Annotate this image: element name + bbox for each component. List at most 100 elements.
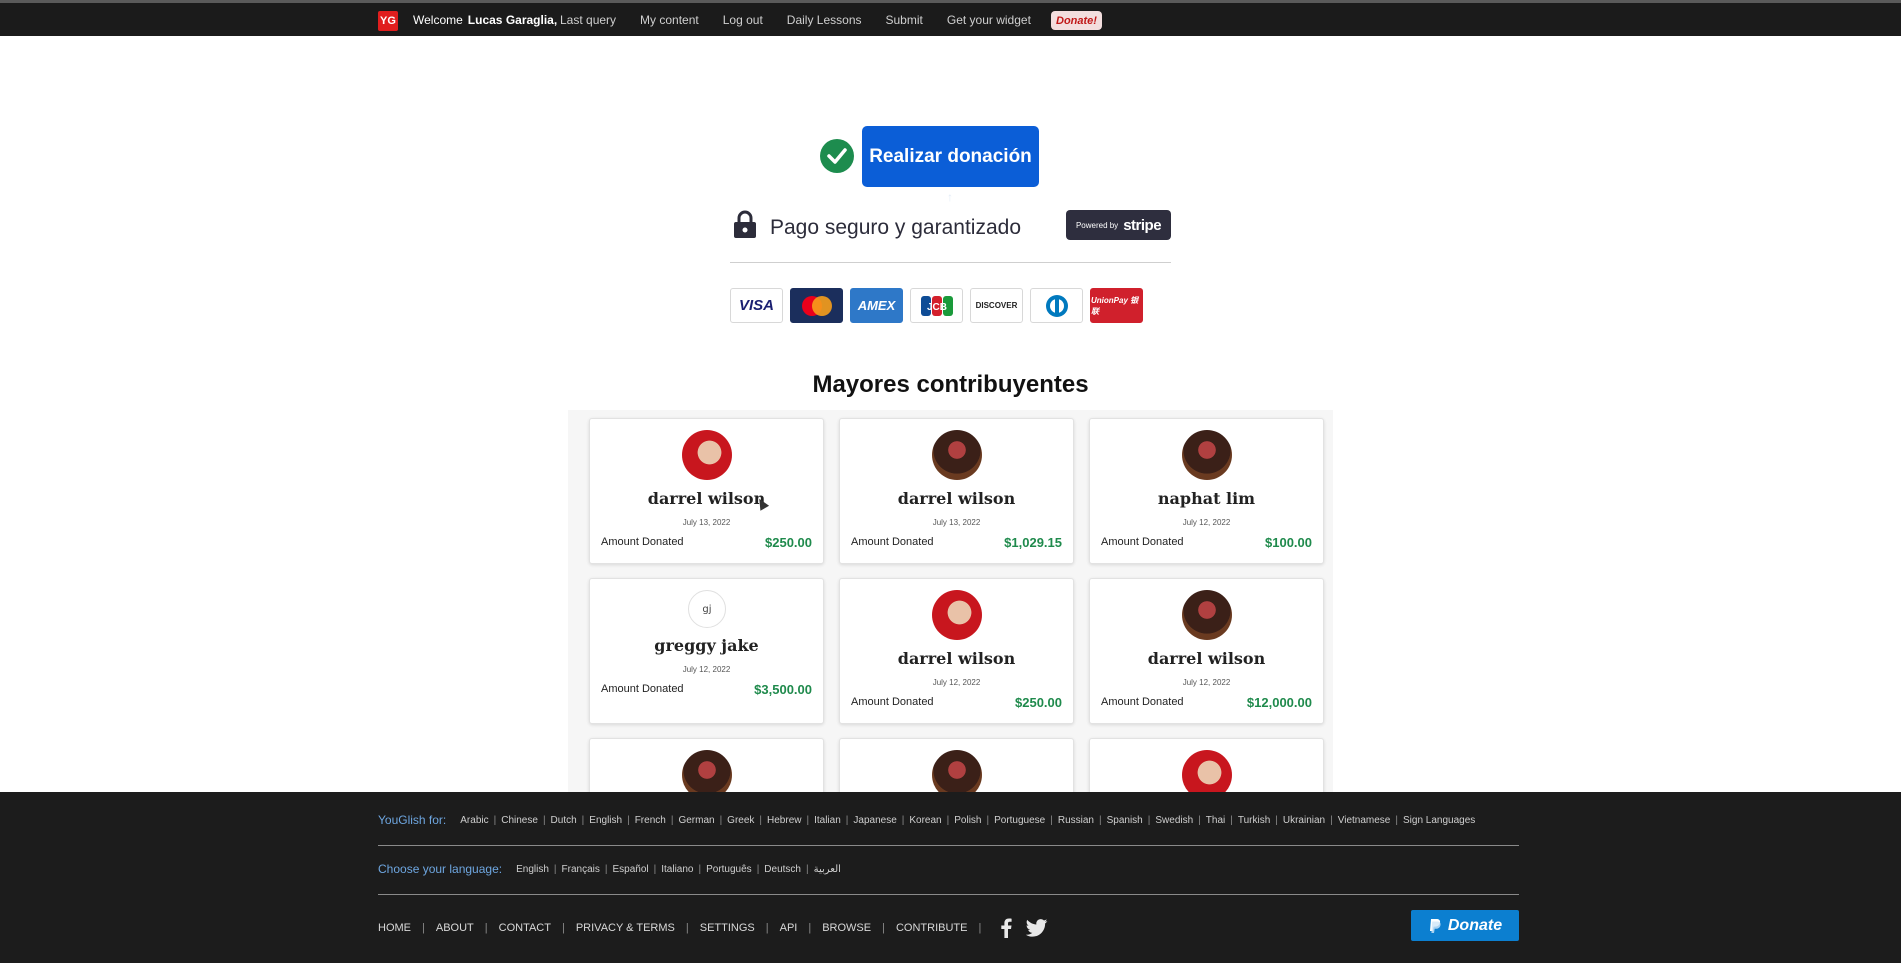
stripe-badge[interactable]: Powered by stripe	[1066, 210, 1171, 240]
lang-link-vietnamese[interactable]: Vietnamese	[1338, 815, 1391, 826]
lock-icon	[733, 209, 757, 239]
amount-value: $100.00	[1265, 535, 1312, 550]
footer-about-link[interactable]: ABOUT	[436, 922, 474, 934]
ui-lang-portuguese[interactable]: Português	[706, 864, 752, 875]
lang-link-french[interactable]: French	[635, 815, 666, 826]
avatar	[1182, 750, 1232, 792]
user-name: Lucas Garaglia,	[467, 13, 558, 27]
nav-get-widget[interactable]: Get your widget	[947, 13, 1031, 27]
diners-icon	[1030, 288, 1083, 323]
contribution-date: July 12, 2022	[682, 665, 731, 674]
lang-link-sign-languages[interactable]: Sign Languages	[1403, 815, 1475, 826]
choose-language-label: Choose your language:	[378, 862, 503, 876]
nav-submit[interactable]: Submit	[886, 13, 923, 27]
footer-home-link[interactable]: HOME	[378, 922, 411, 934]
amount-value: $1,029.15	[1004, 535, 1062, 550]
footer-settings-link[interactable]: SETTINGS	[700, 922, 755, 934]
lang-link-chinese[interactable]: Chinese	[501, 815, 538, 826]
top-nav-bar: YG Welcome Lucas Garaglia, Last query My …	[0, 3, 1901, 36]
mastercard-icon	[790, 288, 843, 323]
facebook-icon[interactable]	[1000, 918, 1012, 938]
lang-link-korean[interactable]: Korean	[909, 815, 941, 826]
welcome-label: Welcome	[413, 13, 463, 27]
contributor-card[interactable]: darrel wilson July 12, 2022 Amount Donat…	[1089, 578, 1324, 724]
footer-divider	[378, 845, 1519, 846]
lang-link-spanish[interactable]: Spanish	[1107, 815, 1143, 826]
ui-lang-english[interactable]: English	[516, 864, 549, 875]
footer-contact-link[interactable]: CONTACT	[499, 922, 551, 934]
lang-link-thai[interactable]: Thai	[1206, 815, 1225, 826]
contributor-name: darrel wilson	[897, 649, 1016, 668]
stripe-powered-by: Powered by	[1075, 220, 1119, 230]
social-links	[1000, 918, 1048, 938]
contributors-panel[interactable]: darrel wilson July 13, 2022 Amount Donat…	[568, 410, 1333, 792]
contributor-name: darrel wilson	[647, 489, 766, 508]
avatar	[1182, 430, 1232, 480]
avatar	[682, 750, 732, 792]
ui-language-row: Choose your language: English | Français |…	[378, 862, 841, 876]
footer-divider	[378, 894, 1519, 895]
lang-link-ukrainian[interactable]: Ukrainian	[1283, 815, 1325, 826]
amount-label: Amount Donated	[851, 536, 934, 548]
amount-value: $3,500.00	[754, 682, 812, 697]
amount-label: Amount Donated	[1101, 536, 1184, 548]
contributor-card[interactable]	[589, 738, 824, 792]
lang-link-dutch[interactable]: Dutch	[551, 815, 577, 826]
youglish-for-label: YouGlish for:	[378, 813, 447, 827]
footer-privacy-link[interactable]: PRIVACY & TERMS	[576, 922, 675, 934]
contributor-card[interactable]	[839, 738, 1074, 792]
contributor-card[interactable]: darrel wilson July 12, 2022 Amount Donat…	[839, 578, 1074, 724]
contributor-name: darrel wilson	[897, 489, 1016, 508]
amount-label: Amount Donated	[601, 536, 684, 548]
contributor-card[interactable]: darrel wilson July 13, 2022 Amount Donat…	[589, 418, 824, 564]
lang-link-turkish[interactable]: Turkish	[1238, 815, 1270, 826]
jcb-label: JCB	[926, 302, 946, 313]
welcome-text: Welcome Lucas Garaglia,	[413, 13, 557, 27]
ui-lang-italian[interactable]: Italiano	[661, 864, 693, 875]
contribution-date: July 13, 2022	[932, 518, 981, 527]
twitter-icon[interactable]	[1026, 919, 1048, 937]
avatar	[932, 590, 982, 640]
payment-methods: VISA AMEX JCB DISCOVER UnionPay 银联	[730, 288, 1143, 323]
ui-lang-german[interactable]: Deutsch	[764, 864, 801, 875]
divider	[730, 262, 1171, 263]
ui-lang-french[interactable]: Français	[562, 864, 600, 875]
make-donation-button[interactable]: Realizar donación	[862, 126, 1039, 187]
contributor-name: darrel wilson	[1147, 649, 1266, 668]
contribution-date: July 13, 2022	[682, 518, 731, 527]
footer-api-link[interactable]: API	[780, 922, 798, 934]
lang-link-portuguese[interactable]: Portuguese	[994, 815, 1045, 826]
nav-my-content[interactable]: My content	[640, 13, 699, 27]
contributor-card[interactable]: naphat lim July 12, 2022 Amount Donated …	[1089, 418, 1324, 564]
contributor-name: naphat lim	[1157, 489, 1256, 508]
contributor-card[interactable]: gj greggy jake July 12, 2022 Amount Dona…	[589, 578, 824, 724]
contributor-card[interactable]: darrel wilson July 13, 2022 Amount Donat…	[839, 418, 1074, 564]
contributor-card[interactable]	[1089, 738, 1324, 792]
arrow-up-icon: ↑	[947, 190, 953, 204]
nav-donate-button[interactable]: Donate!	[1051, 11, 1102, 30]
nav-daily-lessons[interactable]: Daily Lessons	[787, 13, 862, 27]
youglish-logo[interactable]: YG	[378, 11, 398, 31]
lang-link-hebrew[interactable]: Hebrew	[767, 815, 801, 826]
amount-label: Amount Donated	[1101, 696, 1184, 708]
avatar	[682, 430, 732, 480]
footer-contribute-link[interactable]: CONTRIBUTE	[896, 922, 968, 934]
lang-link-arabic[interactable]: Arabic	[460, 815, 488, 826]
jcb-icon: JCB	[910, 288, 963, 323]
lang-link-japanese[interactable]: Japanese	[853, 815, 896, 826]
lang-link-swedish[interactable]: Swedish	[1155, 815, 1193, 826]
lang-link-italian[interactable]: Italian	[814, 815, 841, 826]
footer-browse-link[interactable]: BROWSE	[822, 922, 871, 934]
amount-value: $250.00	[765, 535, 812, 550]
lang-link-russian[interactable]: Russian	[1058, 815, 1094, 826]
paypal-donate-button[interactable]: Donate	[1411, 910, 1519, 941]
lang-link-german[interactable]: German	[678, 815, 714, 826]
nav-last-query[interactable]: Last query	[560, 13, 616, 27]
ui-lang-spanish[interactable]: Español	[612, 864, 648, 875]
nav-log-out[interactable]: Log out	[723, 13, 763, 27]
lang-link-polish[interactable]: Polish	[954, 815, 981, 826]
ui-lang-arabic[interactable]: العربية	[814, 864, 841, 875]
youglish-languages-row: YouGlish for: Arabic | Chinese | Dutch | En…	[378, 813, 1476, 827]
lang-link-english[interactable]: English	[589, 815, 622, 826]
lang-link-greek[interactable]: Greek	[727, 815, 754, 826]
